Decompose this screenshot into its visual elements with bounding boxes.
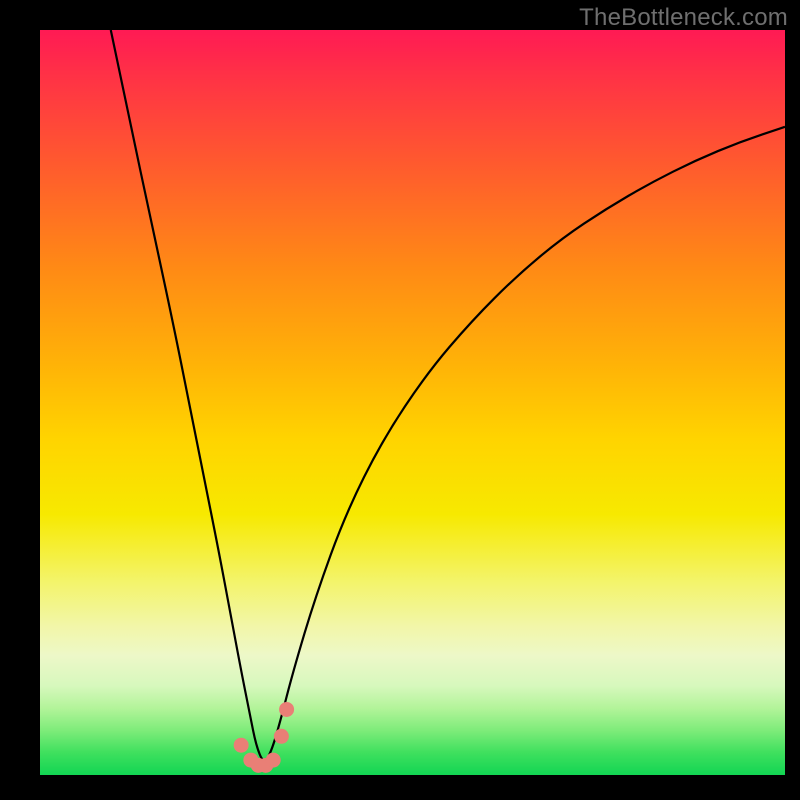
curve-marker xyxy=(266,753,281,768)
plot-area xyxy=(40,30,785,775)
curve-marker xyxy=(279,702,294,717)
watermark-text: TheBottleneck.com xyxy=(579,4,788,32)
curve-marker xyxy=(234,738,249,753)
curve-svg xyxy=(40,30,785,775)
curve-marker xyxy=(274,729,289,744)
chart-frame: TheBottleneck.com xyxy=(0,0,800,800)
curve-markers xyxy=(234,702,294,773)
bottleneck-curve xyxy=(111,30,785,760)
